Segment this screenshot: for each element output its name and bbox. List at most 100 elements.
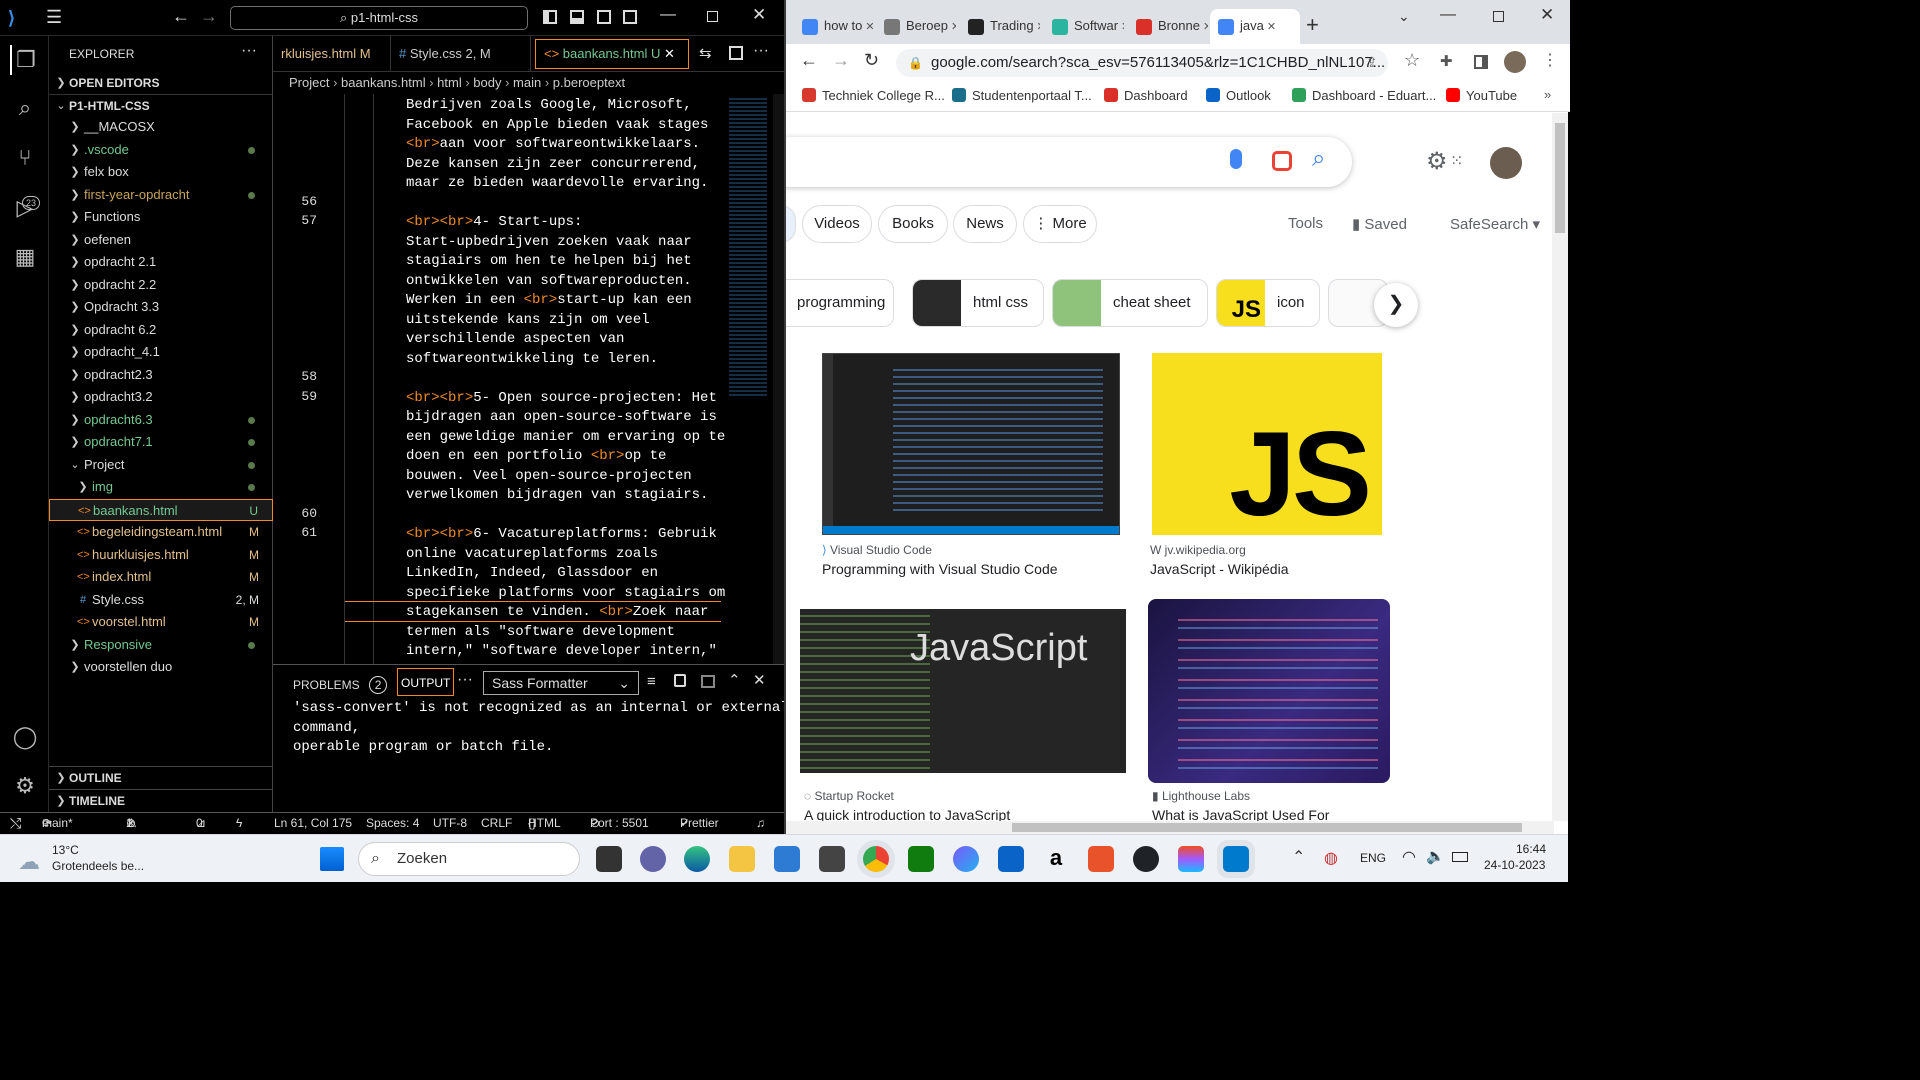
file-tree-item[interactable]: <> begeleidingsteam.html M [49,521,273,543]
more-actions-icon[interactable]: ··· [241,42,257,60]
file-tree-item[interactable]: <> voorstel.html M [49,611,273,633]
reload-icon[interactable]: ↻ [864,50,879,71]
result-image-javascript-code[interactable]: JavaScript [800,609,1126,773]
close-panel-icon[interactable]: ✕ [753,671,766,689]
file-explorer-icon[interactable] [729,846,755,872]
file-tree-item[interactable]: ❯ first-year-opdracht [49,184,273,206]
bookmark-item[interactable]: Studentenportaal T... [952,87,1092,105]
copilot-icon[interactable] [953,846,979,872]
xbox-icon[interactable] [908,846,934,872]
vertical-scrollbar[interactable] [1552,113,1568,821]
extensions-puzzle-icon[interactable]: ✚ [1440,52,1453,70]
battery-icon[interactable] [1452,852,1468,862]
browser-tab[interactable]: Bronne ✕ [1128,9,1208,44]
settings-gear-icon[interactable]: ⚙ [10,771,40,801]
clear-output-icon[interactable]: ≡ [647,673,656,690]
bookmark-star-icon[interactable]: ☆ [1404,50,1420,71]
account-icon[interactable]: ◯ [10,722,40,752]
file-tree-item[interactable]: ❯ img [49,476,273,498]
close-tab-icon[interactable]: ✕ [660,46,675,61]
browser-tab[interactable]: how to ✕ [794,9,874,44]
toggle-panel-icon[interactable] [570,10,584,24]
result-title[interactable]: Programming with Visual Studio Code [822,561,1058,577]
file-tree-item[interactable]: ❯ oefenen [49,229,273,251]
vscode-taskbar-icon[interactable] [1223,846,1249,872]
file-tree-item[interactable]: ❯ opdracht 2.2 [49,274,273,296]
file-tree-item[interactable]: # Style.css 2, M [49,589,273,611]
figma-icon[interactable] [1178,846,1204,872]
browser-tab[interactable]: Trading ✕ [960,9,1040,44]
file-tree-item[interactable]: ⌄ Project [49,454,273,476]
open-editors-section[interactable]: ❯ OPEN EDITORS [49,72,273,94]
toggle-secondary-sidebar-icon[interactable] [597,10,611,24]
result-title[interactable]: A quick introduction to JavaScript [804,807,1010,821]
show-hidden-icons[interactable]: ⌃ [1292,847,1305,867]
address-bar[interactable]: 🔒 google.com/search?sca_esv=576113405&rlz… [896,49,1388,77]
editor-scrollbar[interactable] [773,94,784,664]
unity-icon[interactable] [819,846,845,872]
more-bookmarks-icon[interactable]: » [1544,87,1551,102]
tab-more[interactable]: ⋮ More [1023,205,1097,243]
horizontal-scrollbar[interactable] [786,821,1554,834]
edge-icon[interactable] [684,846,710,872]
breadcrumb-item[interactable]: body [473,75,501,90]
saved-button[interactable]: ▮ Saved [1352,215,1407,233]
line-ending[interactable]: CRLF [481,813,512,834]
forward-arrow-icon[interactable]: → [200,6,218,27]
chevron-right-icon[interactable]: ❯ [1374,283,1418,327]
file-tree-item[interactable]: <> huurkluisjes.html M [49,544,273,566]
apps-grid-icon[interactable]: ⁙ [1450,151,1463,171]
timeline-section[interactable]: ❯ TIMELINE [49,789,273,811]
security-icon[interactable]: ◍ [1324,848,1338,868]
bookmark-item[interactable]: Outlook [1206,87,1271,105]
remote-icon[interactable]: ⤭ [10,813,21,834]
command-center-search[interactable]: ⌕ p1-html-css [230,6,528,30]
close-tab-icon[interactable]: ✕ [1118,21,1124,33]
explorer-icon[interactable]: ❐ [10,45,40,75]
image-chip-html-css[interactable]: html css [912,279,1044,327]
close-tab-icon[interactable]: ✕ [948,21,956,33]
browser-tab-active[interactable]: java ✕ [1210,9,1300,44]
close-tab-icon[interactable]: ✕ [1034,21,1040,33]
forward-arrow-icon[interactable]: → [832,50,850,71]
file-tree-item[interactable]: ❯ .vscode [49,139,273,161]
github-icon[interactable] [1133,846,1159,872]
breadcrumb-item[interactable]: p.beroeptext [553,75,625,90]
close-icon[interactable]: ✕ [752,5,766,25]
open-in-editor-icon[interactable] [701,675,715,688]
chrome-menu-icon[interactable]: ⋮ [1542,50,1558,70]
result-source[interactable]: ▮ Lighthouse Labs [1152,789,1250,803]
scroll-thumb[interactable] [1012,823,1522,832]
result-title[interactable]: JavaScript - Wikipédia [1150,561,1289,577]
run-debug-icon[interactable]: ▷ [10,193,40,223]
back-arrow-icon[interactable]: ← [800,50,818,71]
safesearch-button[interactable]: SafeSearch ▾ [1450,215,1540,233]
breadcrumb-item[interactable]: main [513,75,541,90]
search-box[interactable]: ⌕ [786,137,1352,187]
image-chip-cheat-sheet[interactable]: cheat sheet [1052,279,1208,327]
file-tree-item[interactable]: ❯ opdracht3.2 [49,386,273,408]
code-editor[interactable]: Bedrijven zoals Google, Microsoft, Facebo… [273,94,784,664]
bookmark-item[interactable]: Dashboard - Eduart... [1292,87,1436,105]
teams-icon[interactable] [640,846,666,872]
menu-icon[interactable]: ☰ [46,7,62,28]
split-editor-icon[interactable] [729,46,743,60]
close-tab-icon[interactable]: ✕ [1264,21,1276,33]
file-tree-item[interactable]: ❯ voorstellen duo [49,656,273,678]
lock-icon[interactable] [674,674,686,687]
new-tab-icon[interactable]: + [1306,12,1319,38]
lightning-icon[interactable]: ϟ [236,813,242,834]
breadcrumb-item[interactable]: html [437,75,462,90]
output-channel-select[interactable]: Sass Formatter ⌄ [483,671,639,695]
file-tree-item[interactable]: ❯ Functions [49,206,273,228]
task-view-icon[interactable] [596,846,622,872]
breadcrumb-item[interactable]: Project [289,75,329,90]
outline-section[interactable]: ❯ OUTLINE [49,766,273,788]
back-arrow-icon[interactable]: ← [172,6,190,27]
minimize-icon[interactable]: — [1440,6,1456,24]
file-tree-item[interactable]: ❯ Responsive [49,634,273,656]
bookmark-item[interactable]: Techniek College R... [802,87,945,105]
browser-tab[interactable]: Softwar ✕ [1044,9,1124,44]
file-tree-item[interactable]: <> baankans.html U [49,498,273,521]
search-icon[interactable]: ⌕ [10,93,40,123]
